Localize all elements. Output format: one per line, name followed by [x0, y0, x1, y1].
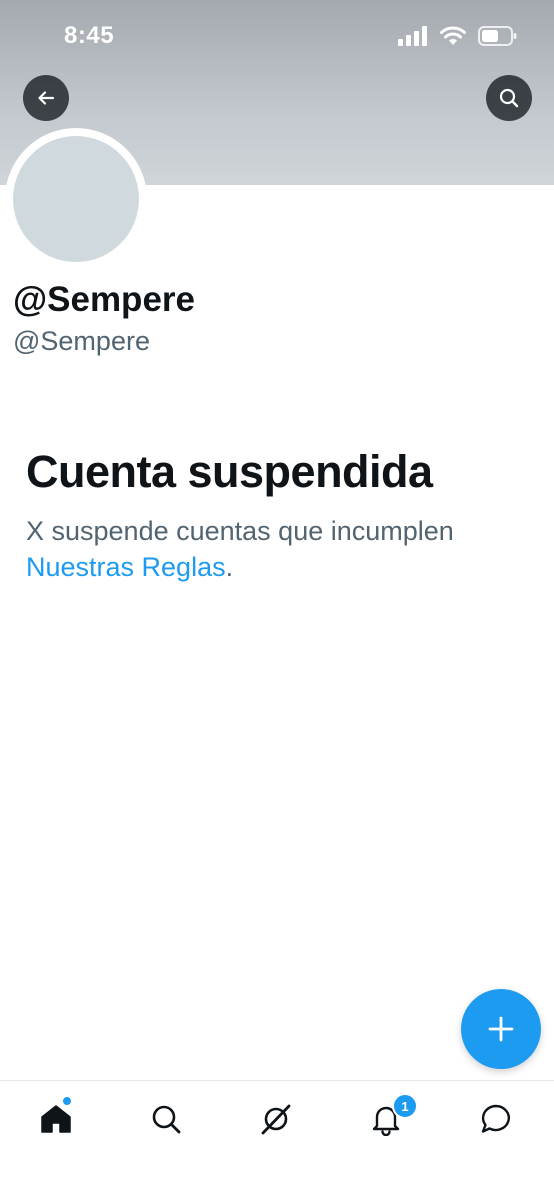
rules-link[interactable]: Nuestras Reglas — [26, 552, 226, 582]
suspended-message: X suspende cuentas que incumplen Nuestra… — [26, 513, 536, 585]
status-icons — [398, 26, 518, 46]
search-icon — [499, 88, 519, 108]
tab-grok[interactable] — [256, 1099, 296, 1139]
compose-button[interactable] — [461, 989, 541, 1069]
profile-display-name: @Sempere — [13, 280, 195, 319]
signal-icon — [398, 26, 427, 46]
search-icon — [152, 1105, 181, 1134]
home-icon — [41, 1105, 71, 1133]
grok-icon — [261, 1104, 291, 1135]
home-unread-dot — [62, 1096, 72, 1106]
message-icon — [481, 1104, 510, 1133]
suspended-message-period: . — [225, 552, 234, 582]
status-time: 8:45 — [64, 22, 115, 49]
bottom-tab-bar: 1 — [0, 1080, 554, 1200]
profile-handle: @Sempere — [13, 326, 150, 356]
wifi-icon — [440, 26, 466, 45]
tab-messages[interactable] — [476, 1099, 516, 1139]
tab-notifications[interactable]: 1 — [366, 1093, 418, 1139]
arrow-left-icon — [38, 91, 55, 105]
search-button[interactable] — [486, 75, 532, 121]
suspended-message-text: X suspende cuentas que incumplen — [26, 516, 454, 546]
plus-icon — [488, 1016, 514, 1042]
suspended-title: Cuenta suspendida — [26, 446, 433, 497]
tab-explore[interactable] — [146, 1099, 186, 1139]
back-button[interactable] — [23, 75, 69, 121]
battery-icon — [478, 26, 517, 46]
avatar-ring — [5, 128, 147, 270]
avatar[interactable] — [13, 136, 139, 262]
tab-home[interactable] — [36, 1096, 76, 1139]
notifications-badge: 1 — [392, 1093, 418, 1119]
